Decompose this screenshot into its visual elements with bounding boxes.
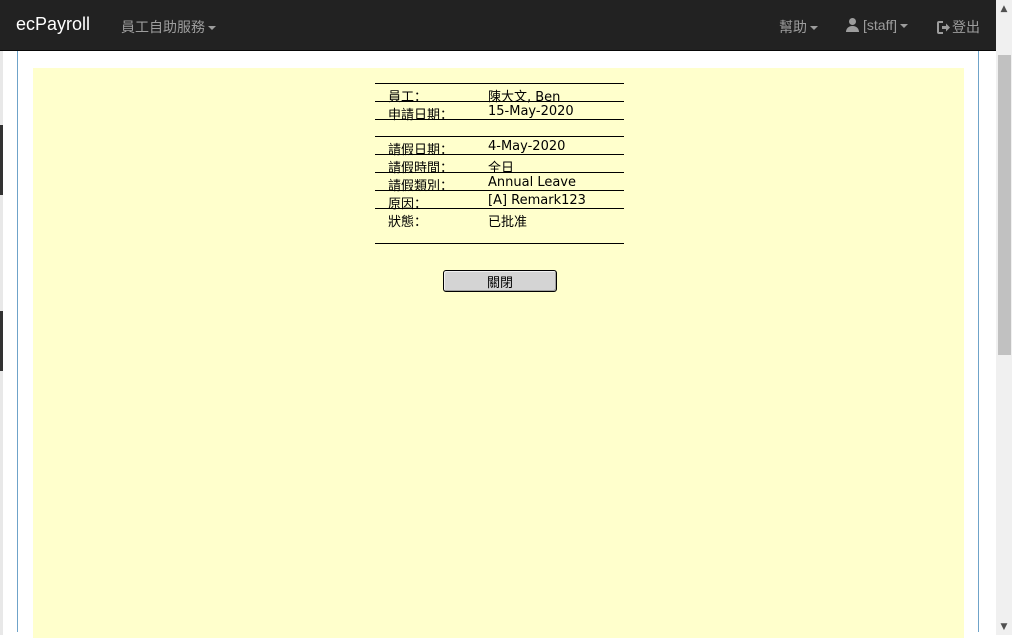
detail-value: Annual Leave <box>488 175 576 190</box>
menu-self-service[interactable]: 員工自助服務 <box>121 17 216 37</box>
caret-down-icon <box>899 24 908 29</box>
chevron-down-icon[interactable]: ▼ <box>996 618 1012 635</box>
detail-value: 4-May-2020 <box>488 139 566 154</box>
detail-row-status: 狀態： 已批准 <box>375 208 624 244</box>
logout-link[interactable]: 登出 <box>937 17 980 37</box>
menu-self-service-label: 員工自助服務 <box>121 19 205 35</box>
detail-row-leave-time: 請假時間： 全日 <box>375 154 624 176</box>
close-button[interactable]: 關閉 <box>443 270 557 292</box>
detail-value: [A] Remark123 <box>488 193 586 208</box>
detail-value: 15-May-2020 <box>488 104 574 119</box>
logout-label: 登出 <box>952 19 980 35</box>
menu-help[interactable]: 幫助 <box>779 17 818 37</box>
leave-detail-panel: 員工： 陳大文, Ben 申請日期： 15-May-2020 請假日期： 4-M… <box>33 68 964 638</box>
detail-row-employee: 員工： 陳大文, Ben <box>375 83 624 105</box>
detail-row-apply-date: 申請日期： 15-May-2020 <box>375 101 624 123</box>
detail-row-leave-type: 請假類別： Annual Leave <box>375 172 624 194</box>
chevron-up-icon[interactable]: ▲ <box>996 0 1012 17</box>
detail-row-leave-date: 請假日期： 4-May-2020 <box>375 136 624 158</box>
top-navbar: ecPayroll 員工自助服務 幫助 [staff] 登出 <box>0 0 996 51</box>
vertical-scrollbar[interactable]: ▲ ▼ <box>996 0 1012 635</box>
leave-detail-modal: 員工： 陳大文, Ben 申請日期： 15-May-2020 請假日期： 4-M… <box>17 51 979 638</box>
leave-detail-table: 員工： 陳大文, Ben 申請日期： 15-May-2020 請假日期： 4-M… <box>375 83 624 244</box>
brand-logo[interactable]: ecPayroll <box>16 14 90 35</box>
scrollbar-thumb[interactable] <box>998 55 1011 355</box>
menu-user[interactable]: [staff] <box>846 17 908 33</box>
detail-spacer <box>375 119 624 136</box>
status-value: 已批准 <box>488 215 528 230</box>
menu-help-label: 幫助 <box>779 19 807 35</box>
menu-user-label: [staff] <box>863 17 897 33</box>
logout-icon <box>937 21 950 34</box>
background-page-strip <box>0 51 3 635</box>
caret-down-icon <box>208 26 216 31</box>
user-icon <box>846 18 860 32</box>
caret-down-icon <box>810 26 818 31</box>
detail-label: 狀態： <box>388 215 428 230</box>
detail-row-reason: 原因： [A] Remark123 <box>375 190 624 212</box>
